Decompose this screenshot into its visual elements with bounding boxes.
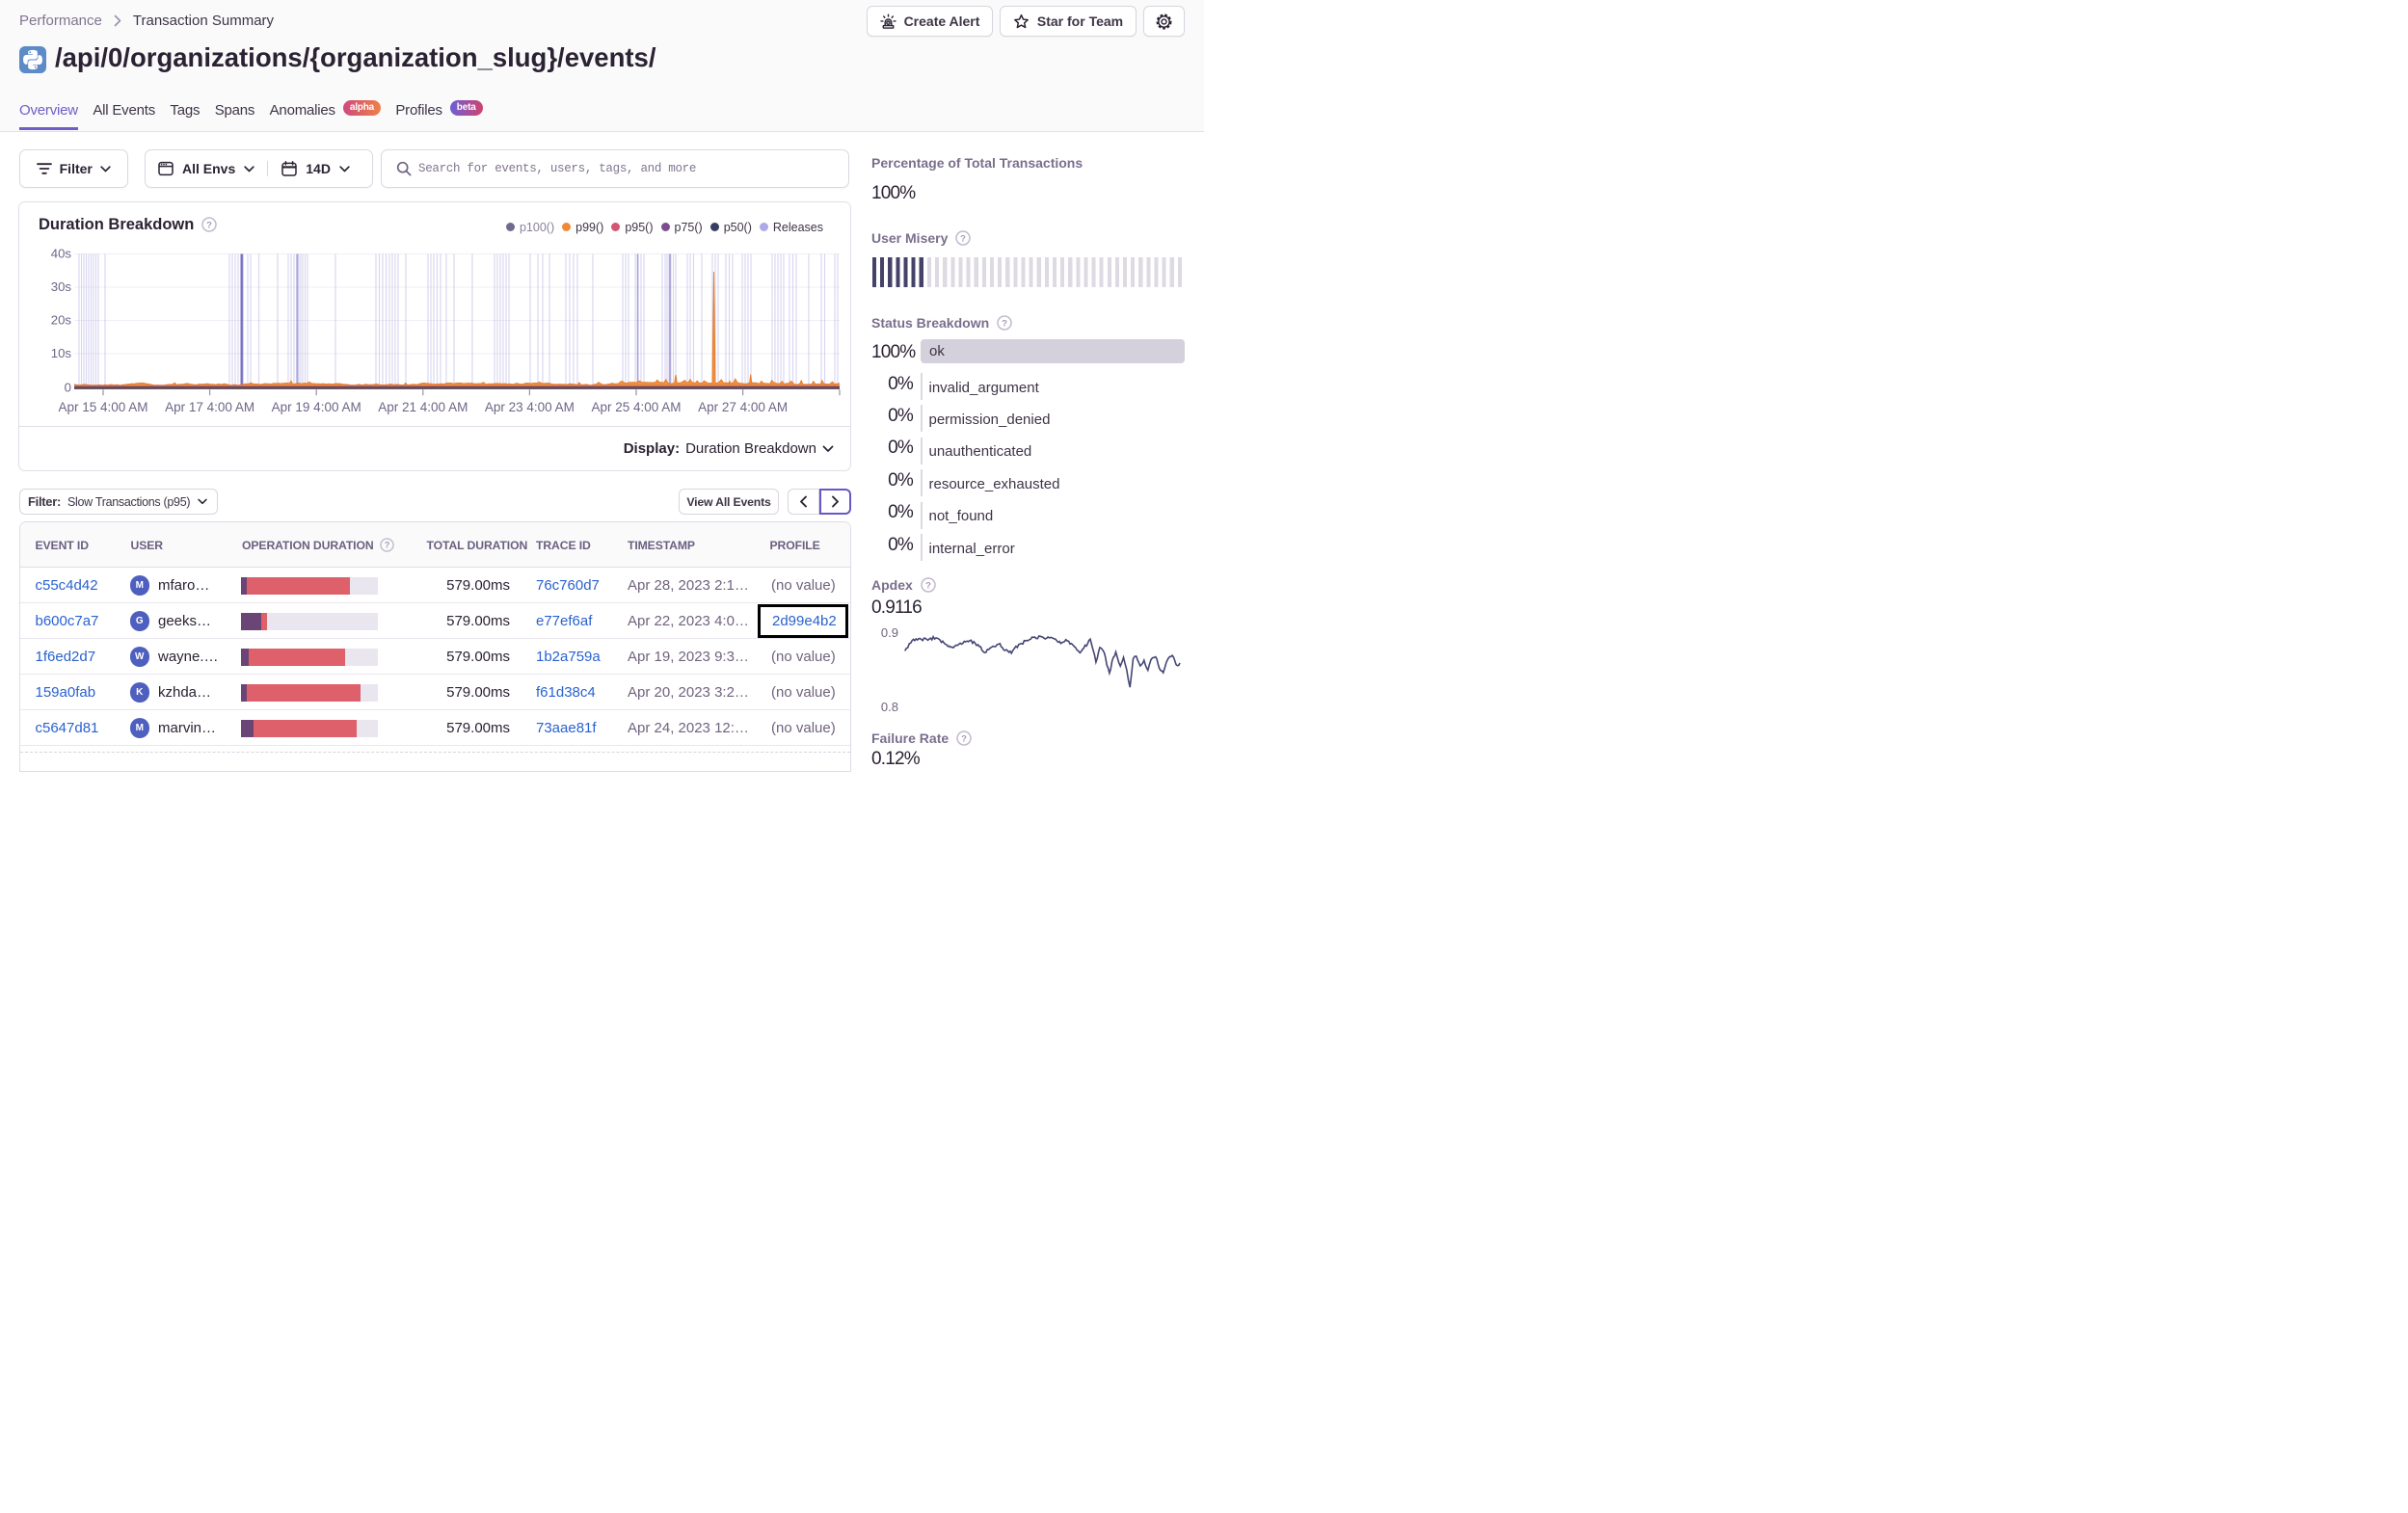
svg-text:Apr 15 4:00 AM: Apr 15 4:00 AM — [58, 400, 147, 414]
svg-text:0: 0 — [65, 381, 71, 395]
svg-text:Apr 27 4:00 AM: Apr 27 4:00 AM — [698, 400, 788, 414]
svg-text:20s: 20s — [51, 313, 72, 328]
svg-text:Apr 19 4:00 AM: Apr 19 4:00 AM — [272, 400, 361, 414]
svg-text:40s: 40s — [51, 247, 72, 261]
svg-text:Apr 23 4:00 AM: Apr 23 4:00 AM — [485, 400, 575, 414]
svg-text:?: ? — [384, 541, 388, 550]
svg-text:?: ? — [1002, 318, 1007, 329]
svg-text:10s: 10s — [51, 346, 72, 360]
svg-text:Apr 17 4:00 AM: Apr 17 4:00 AM — [165, 400, 254, 414]
svg-text:?: ? — [925, 580, 931, 591]
svg-text:?: ? — [206, 220, 212, 230]
svg-text:?: ? — [960, 233, 966, 244]
svg-text:Apr 21 4:00 AM: Apr 21 4:00 AM — [378, 400, 468, 414]
svg-text:30s: 30s — [51, 279, 72, 294]
svg-text:?: ? — [961, 733, 967, 744]
svg-text:Apr 25 4:00 AM: Apr 25 4:00 AM — [591, 400, 681, 414]
